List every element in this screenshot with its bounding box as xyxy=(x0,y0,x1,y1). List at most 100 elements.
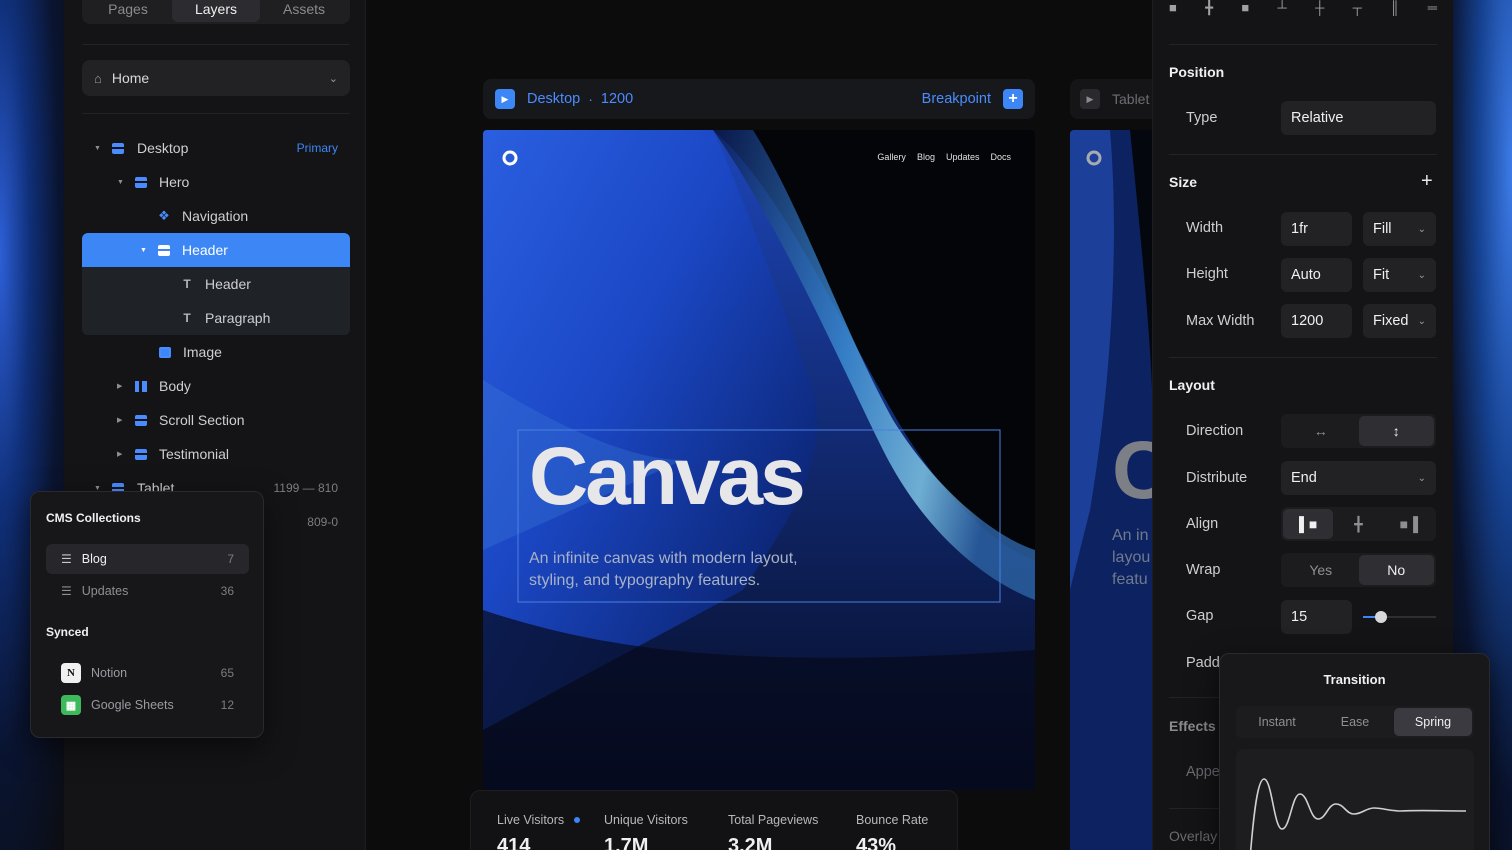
synced-title: Synced xyxy=(46,625,89,639)
position-type-select[interactable]: Relative xyxy=(1281,101,1436,135)
direction-vertical-icon[interactable]: ↕ xyxy=(1358,416,1434,446)
preview-play-icon[interactable]: ▶ xyxy=(495,89,515,109)
layer-desktop[interactable]: ▼ Desktop Primary xyxy=(82,131,350,165)
align-right-icon[interactable]: ■ xyxy=(1241,0,1249,20)
tablet-text-line: featu xyxy=(1112,571,1148,588)
desktop-frame[interactable]: Gallery Blog Updates Docs Canvas An infi… xyxy=(483,130,1035,790)
layer-testimonial[interactable]: ▶ Testimonial xyxy=(82,437,350,471)
chevron-down-icon: ⌄ xyxy=(328,72,338,85)
synced-google-sheets[interactable]: ▦ Google Sheets 12 xyxy=(46,690,249,720)
wrap-yes[interactable]: Yes xyxy=(1283,555,1359,585)
synced-count: 65 xyxy=(220,666,234,680)
padding-label: Padd xyxy=(1186,655,1220,671)
divider xyxy=(1169,357,1437,358)
chevron-down-icon[interactable]: ▼ xyxy=(94,145,101,152)
stat-label: Unique Visitors xyxy=(604,813,688,827)
distribute-h-icon[interactable]: ║ xyxy=(1390,0,1399,20)
transition-instant[interactable]: Instant xyxy=(1238,708,1316,736)
layer-body[interactable]: ▶ Body xyxy=(82,369,350,403)
breakpoint-range: 1199 — 810 xyxy=(273,481,339,495)
collection-blog[interactable]: ☰ Blog 7 xyxy=(46,544,249,574)
synced-label: Notion xyxy=(91,666,128,680)
width-label: Width xyxy=(1186,220,1224,236)
add-size-button[interactable]: + xyxy=(1421,170,1433,193)
align-end-icon[interactable]: ■▐ xyxy=(1384,509,1434,539)
max-width-mode-select[interactable]: Fixed ⌄ xyxy=(1363,304,1436,338)
layer-header-text[interactable]: T Header xyxy=(82,267,350,301)
collection-count: 7 xyxy=(227,552,234,566)
gap-input[interactable]: 15 xyxy=(1281,600,1352,634)
max-width-value: 1200 xyxy=(1291,313,1324,329)
stat-value: 43% xyxy=(856,835,897,850)
max-width-input[interactable]: 1200 xyxy=(1281,304,1352,338)
nav-link-docs[interactable]: Docs xyxy=(990,152,1011,162)
layer-hero[interactable]: ▼ Hero xyxy=(82,165,350,199)
layer-image[interactable]: Image xyxy=(82,335,350,369)
breakpoint-name[interactable]: Desktop xyxy=(527,91,580,107)
width-mode-value: Fill xyxy=(1373,221,1392,237)
preview-play-icon[interactable]: ▶ xyxy=(1080,89,1100,109)
align-bottom-icon[interactable]: ┬ xyxy=(1353,0,1362,20)
hero-title[interactable]: Canvas xyxy=(529,436,806,518)
stack-icon xyxy=(135,448,147,460)
tab-pages[interactable]: Pages xyxy=(84,0,172,22)
breakpoint-bar: ▶ Desktop · 1200 Breakpoint + xyxy=(483,79,1035,119)
wrap-no[interactable]: No xyxy=(1358,555,1434,585)
width-mode-select[interactable]: Fill ⌄ xyxy=(1363,212,1436,246)
page-select[interactable]: ⌂ Home ⌄ xyxy=(82,60,350,96)
layer-navigation[interactable]: ❖ Navigation xyxy=(82,199,350,233)
chevron-right-icon[interactable]: ▶ xyxy=(117,450,122,458)
hero-text-line: An infinite canvas with modern layout, xyxy=(529,550,798,567)
align-center-h-icon[interactable]: ╋ xyxy=(1205,0,1213,20)
nav-link-blog[interactable]: Blog xyxy=(917,152,935,162)
chevron-down-icon[interactable]: ▼ xyxy=(117,179,124,186)
chevron-right-icon[interactable]: ▶ xyxy=(117,382,122,390)
divider xyxy=(82,44,350,45)
chevron-down-icon: ⌄ xyxy=(1417,472,1426,484)
canvas-area: ▶ Desktop · 1200 Breakpoint + Gallery Bl xyxy=(366,0,1152,850)
distribute-select[interactable]: End ⌄ xyxy=(1281,461,1436,495)
hero-text[interactable]: An infinite canvas with modern layout, s… xyxy=(529,548,798,592)
add-breakpoint-label[interactable]: Breakpoint xyxy=(922,91,991,107)
gap-slider[interactable] xyxy=(1363,611,1436,623)
tablet-frame[interactable]: C An in layou featu xyxy=(1070,130,1152,850)
chevron-down-icon[interactable]: ▼ xyxy=(140,247,147,254)
layer-scroll-section[interactable]: ▶ Scroll Section xyxy=(82,403,350,437)
tab-layers[interactable]: Layers xyxy=(172,0,260,22)
site-nav: Gallery Blog Updates Docs xyxy=(877,152,1011,162)
align-middle-v-icon[interactable]: ┼ xyxy=(1315,0,1324,20)
height-mode-select[interactable]: Fit ⌄ xyxy=(1363,258,1436,292)
direction-horizontal-icon[interactable]: ↔ xyxy=(1283,416,1359,446)
align-start-icon[interactable]: ▌■ xyxy=(1283,509,1334,539)
cms-collections-popup: CMS Collections ☰ Blog 7 ☰ Updates 36 Sy… xyxy=(30,491,264,738)
distribute-v-icon[interactable]: ═ xyxy=(1428,0,1437,20)
home-icon: ⌂ xyxy=(94,70,102,86)
stat-label: Total Pageviews xyxy=(728,813,819,827)
transition-spring[interactable]: Spring xyxy=(1394,708,1472,736)
stack-icon xyxy=(158,244,170,256)
direction-toggle: ↔ ↕ xyxy=(1281,414,1436,448)
nav-link-gallery[interactable]: Gallery xyxy=(877,152,906,162)
chevron-right-icon[interactable]: ▶ xyxy=(117,416,122,424)
collection-updates[interactable]: ☰ Updates 36 xyxy=(46,576,249,606)
width-input[interactable]: 1fr xyxy=(1281,212,1352,246)
tablet-breakpoint-bar[interactable]: ▶ Tablet xyxy=(1070,79,1152,119)
synced-notion[interactable]: N Notion 65 xyxy=(46,658,249,688)
transition-ease[interactable]: Ease xyxy=(1316,708,1394,736)
gap-slider-handle[interactable] xyxy=(1375,611,1388,623)
collection-count: 36 xyxy=(220,584,234,598)
tab-assets[interactable]: Assets xyxy=(260,0,348,22)
columns-icon xyxy=(135,380,147,392)
direction-label: Direction xyxy=(1186,423,1244,439)
height-input[interactable]: Auto xyxy=(1281,258,1352,292)
align-center-icon[interactable]: ╋ xyxy=(1333,509,1383,539)
gap-value: 15 xyxy=(1291,609,1308,625)
nav-link-updates[interactable]: Updates xyxy=(946,152,980,162)
tablet-text-line: layou xyxy=(1112,549,1151,566)
add-breakpoint-button[interactable]: + xyxy=(1003,89,1023,109)
layer-paragraph[interactable]: T Paragraph xyxy=(82,301,350,335)
align-left-icon[interactable]: ■ xyxy=(1169,0,1177,20)
layer-header-selected[interactable]: ▼ Header xyxy=(82,233,350,267)
spring-curve-preview[interactable] xyxy=(1236,749,1474,850)
align-top-icon[interactable]: ┴ xyxy=(1278,0,1287,20)
